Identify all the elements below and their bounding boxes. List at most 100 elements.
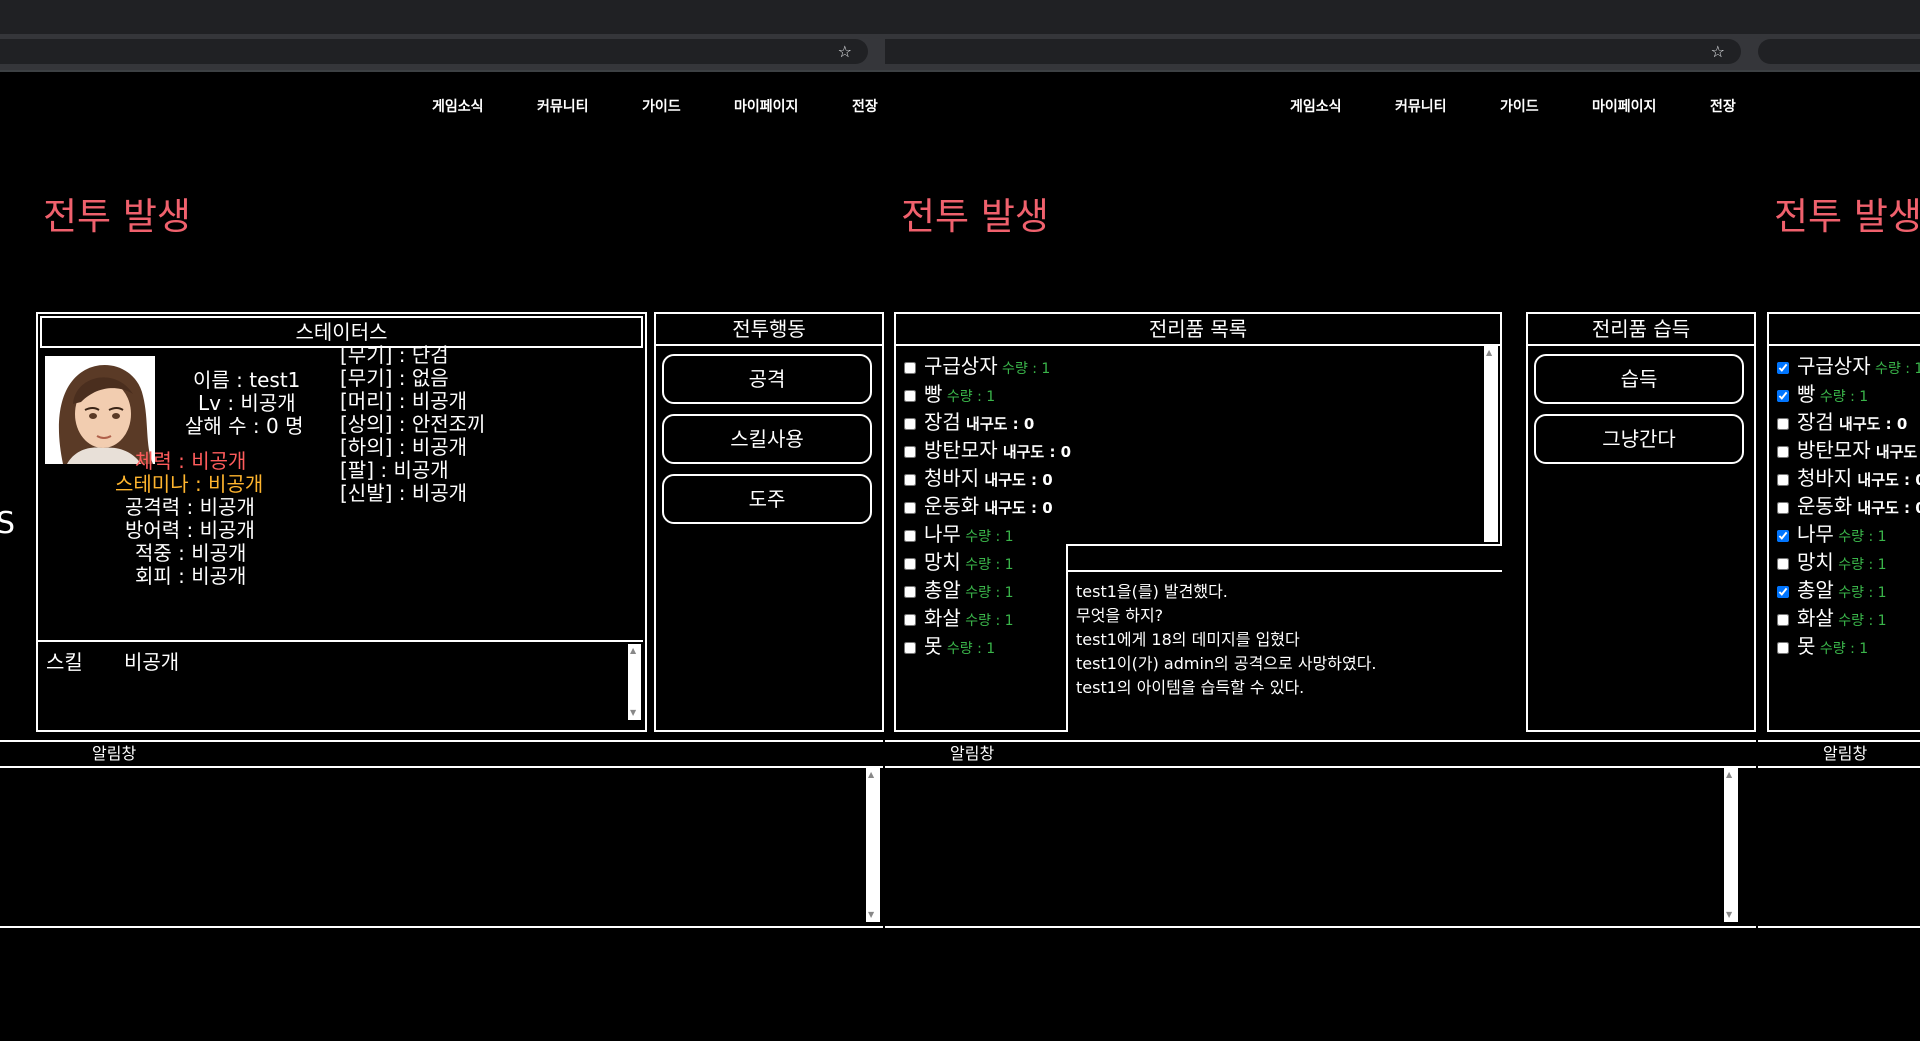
scroll-up-icon[interactable]: ▲ — [630, 646, 636, 656]
bookmark-star-icon[interactable]: ☆ — [1711, 42, 1725, 61]
loot-item-stat: 수량 : 1 — [1815, 641, 1869, 657]
nav-battlefield[interactable]: 전장 — [852, 96, 878, 116]
loot-item[interactable]: 구급상자 수량 : 1 — [1777, 350, 1920, 379]
battle-title: 전투 발생 — [901, 195, 1049, 238]
scroll-up-icon[interactable]: ▲ — [1486, 348, 1492, 358]
loot-item-name: 운동화 — [924, 494, 980, 518]
loot-item[interactable]: 총알 수량 : 1 — [904, 574, 1014, 603]
scroll-down-icon[interactable]: ▼ — [1726, 910, 1732, 920]
loot-item[interactable]: 청바지 내구도 : 0 — [1777, 462, 1920, 491]
loot-checkbox[interactable] — [904, 501, 916, 514]
loot-item[interactable]: 빵 수량 : 1 — [1777, 378, 1868, 407]
address-field[interactable]: ☆ — [885, 39, 1741, 64]
loot-item[interactable]: 총알 수량 : 1 — [1777, 574, 1887, 603]
skill-scrollbar[interactable]: ▲ ▼ — [628, 644, 641, 720]
loot-item-name: 청바지 — [924, 466, 980, 490]
loot-item[interactable]: 구급상자 수량 : 1 — [904, 350, 1050, 379]
loot-checkbox[interactable] — [904, 389, 916, 402]
loot-item[interactable]: 망치 수량 : 1 — [904, 546, 1014, 575]
loot-item[interactable]: 못 수량 : 1 — [904, 630, 995, 659]
screenshot-pane-1: ☆ 게임소식 커뮤니티 가이드 마이페이지 전장 전투 발생 S 스테이터스 이… — [0, 0, 885, 1041]
loot-checkbox[interactable] — [1777, 501, 1789, 514]
loot-checkbox[interactable] — [904, 557, 916, 570]
notice-scrollbar[interactable]: ▲ ▼ — [1724, 768, 1738, 922]
acquire-button[interactable]: 습득 — [1534, 354, 1744, 404]
attack-button[interactable]: 공격 — [662, 354, 872, 404]
loot-checkbox[interactable] — [904, 417, 916, 430]
loot-checkbox[interactable] — [904, 473, 916, 486]
loot-checkbox[interactable] — [904, 641, 916, 654]
log-line: 무엇을 하지? — [1076, 606, 1164, 625]
loot-item[interactable]: 방탄모자 내구도 : 0 — [1777, 434, 1920, 463]
loot-item-name: 빵 — [1797, 382, 1816, 406]
loot-checkbox[interactable] — [1777, 641, 1789, 654]
loot-item[interactable]: 장검 내구도 : 0 — [904, 406, 1034, 435]
log-line: test1을(를) 발견했다. — [1076, 582, 1228, 601]
scroll-down-icon[interactable]: ▼ — [630, 708, 636, 718]
skill-label: 스킬 — [46, 650, 83, 674]
loot-item[interactable]: 청바지 내구도 : 0 — [904, 462, 1053, 491]
page-canvas: ☆ 게임소식 커뮤니티 가이드 마이페이지 전장 전투 발생 S 스테이터스 이… — [0, 0, 885, 1041]
chrome-divider — [1758, 70, 1920, 72]
loot-item-name: 못 — [924, 634, 943, 658]
loot-item-name: 장검 — [924, 410, 961, 434]
nav-battlefield[interactable]: 전장 — [1710, 96, 1736, 116]
nav-guide[interactable]: 가이드 — [642, 96, 681, 116]
loot-checkbox[interactable] — [1777, 361, 1789, 374]
loot-checkbox[interactable] — [1777, 417, 1789, 430]
loot-checkbox[interactable] — [904, 361, 916, 374]
loot-checkbox[interactable] — [1777, 445, 1789, 458]
skill-value: 비공개 — [124, 650, 180, 674]
loot-checkbox[interactable] — [904, 613, 916, 626]
nav-game-news[interactable]: 게임소식 — [432, 96, 484, 116]
loot-checkbox[interactable] — [904, 529, 916, 542]
battle-title: 전투 발생 — [1774, 195, 1920, 238]
loot-checkbox[interactable] — [1777, 557, 1789, 570]
notice-header: 알림창 — [1758, 740, 1920, 768]
loot-item-name: 방탄모자 — [1797, 438, 1871, 462]
loot-checkbox[interactable] — [904, 585, 916, 598]
loot-item[interactable]: 운동화 내구도 : 0 — [904, 490, 1053, 519]
nav-game-news[interactable]: 게임소식 — [1290, 96, 1342, 116]
address-field[interactable] — [1758, 39, 1920, 64]
scroll-up-icon[interactable]: ▲ — [1726, 770, 1732, 780]
bookmark-star-icon[interactable]: ☆ — [838, 42, 852, 61]
loot-checkbox[interactable] — [1777, 389, 1789, 402]
use-skill-button[interactable]: 스킬사용 — [662, 414, 872, 464]
loot-scrollbar[interactable]: ▲ — [1484, 346, 1498, 542]
top-nav: 게임소식 커뮤니티 가이드 마이페이지 전장 — [885, 96, 1758, 116]
loot-item-name: 총알 — [1797, 578, 1834, 602]
screenshot-pane-2: ☆ 게임소식 커뮤니티 가이드 마이페이지 전장 전투 발생 전리품 목록 구급… — [885, 0, 1758, 1041]
loot-item[interactable]: 화살 수량 : 1 — [904, 602, 1014, 631]
loot-item[interactable]: 방탄모자 내구도 : 0 — [904, 434, 1071, 463]
loot-item[interactable]: 장검 내구도 : 0 — [1777, 406, 1907, 435]
loot-item[interactable]: 화살 수량 : 1 — [1777, 602, 1887, 631]
loot-item[interactable]: 망치 수량 : 1 — [1777, 546, 1887, 575]
flee-button[interactable]: 도주 — [662, 474, 872, 524]
nav-my-page[interactable]: 마이페이지 — [734, 96, 798, 116]
log-line: test1의 아이템을 습득할 수 있다. — [1076, 678, 1305, 697]
loot-checkbox[interactable] — [1777, 473, 1789, 486]
loot-item[interactable]: 나무 수량 : 1 — [1777, 518, 1887, 547]
address-field[interactable]: ☆ — [0, 39, 868, 64]
notice-scrollbar[interactable]: ▲ ▼ — [866, 768, 880, 922]
loot-checkbox[interactable] — [1777, 585, 1789, 598]
loot-item-stat: 수량 : 1 — [1870, 361, 1920, 377]
loot-item[interactable]: 운동화 내구도 : 0 — [1777, 490, 1920, 519]
nav-community[interactable]: 커뮤니티 — [1395, 96, 1447, 116]
nav-guide[interactable]: 가이드 — [1500, 96, 1539, 116]
loot-checkbox[interactable] — [1777, 613, 1789, 626]
nav-my-page[interactable]: 마이페이지 — [1592, 96, 1656, 116]
loot-item-name: 구급상자 — [924, 354, 998, 378]
loot-item[interactable]: 빵 수량 : 1 — [904, 378, 995, 407]
scroll-down-icon[interactable]: ▼ — [868, 910, 874, 920]
nav-community[interactable]: 커뮤니티 — [537, 96, 589, 116]
scroll-up-icon[interactable]: ▲ — [868, 770, 874, 780]
loot-item-stat: 수량 : 1 — [960, 557, 1014, 573]
leave-button[interactable]: 그냥간다 — [1534, 414, 1744, 464]
loot-item[interactable]: 나무 수량 : 1 — [904, 518, 1014, 547]
loot-item[interactable]: 못 수량 : 1 — [1777, 630, 1868, 659]
browser-tab-bar — [885, 0, 1758, 34]
loot-checkbox[interactable] — [904, 445, 916, 458]
loot-checkbox[interactable] — [1777, 529, 1789, 542]
